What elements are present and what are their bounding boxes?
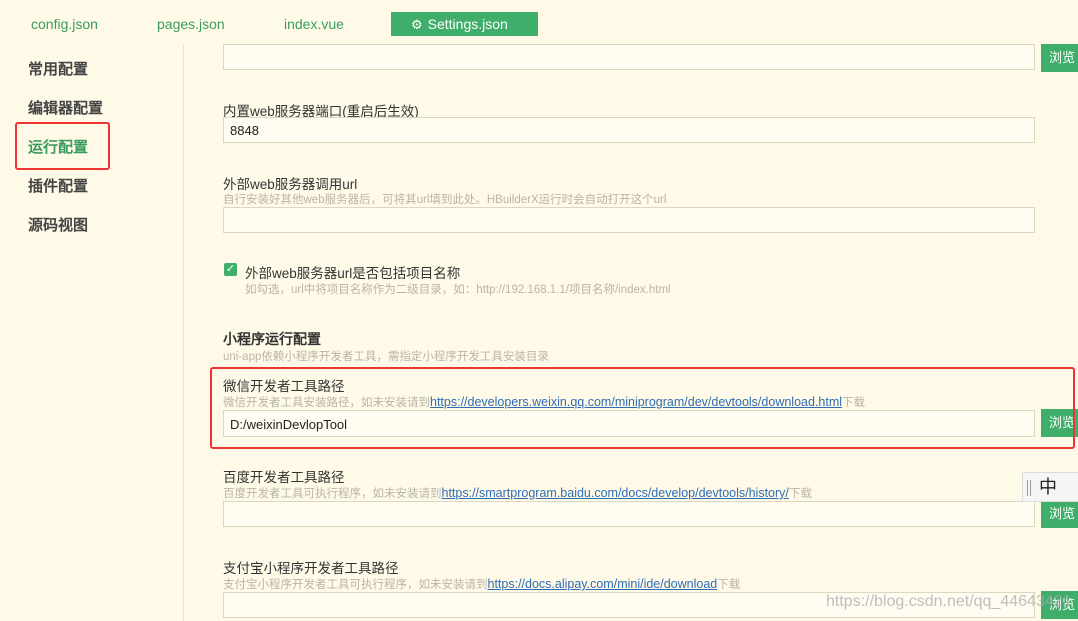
drag-grip-icon[interactable] [1027,480,1031,497]
alipay-hint-text: 支付宝小程序开发者工具可执行程序，如未安装请到 [223,579,488,591]
tab-config-json[interactable]: config.json [31,12,98,36]
settings-panel: 浏览 内置web服务器端口(重启后生效) 8848 外部web服务器调用url … [183,44,1078,621]
port-input[interactable]: 8848 [223,117,1035,143]
watermark: https://blog.csdn.net/qq_44643421 [826,593,1072,610]
baidu-path-input[interactable] [223,501,1035,527]
baidu-hint-text: 百度开发者工具可执行程序，如未安装请到 [223,488,442,500]
tab-settings-json[interactable]: ⚙ Settings.json [391,12,538,36]
ime-mode-label: 中 [1039,477,1057,497]
alipay-download-link[interactable]: https://docs.alipay.com/mini/ide/downloa… [488,577,718,591]
external-url-label: 外部web服务器调用url [223,177,358,192]
gear-icon: ⚙ [411,17,423,32]
highlight-box-weixin [210,367,1075,449]
tab-settings-label: Settings.json [427,16,508,32]
include-name-label[interactable]: 外部web服务器url是否包括项目名称 [245,262,460,282]
include-name-hint: 如勾选，url中将项目名称作为二级目录，如：http://192.168.1.1… [245,284,671,296]
baidu-label: 百度开发者工具路径 [223,470,345,485]
mini-section-hint: uni-app依赖小程序开发者工具，需指定小程序开发工具安装目录 [223,351,549,363]
baidu-download-link[interactable]: https://smartprogram.baidu.com/docs/deve… [442,486,789,500]
tab-pages-json[interactable]: pages.json [157,12,225,36]
include-name-checkbox[interactable]: ✓ [224,263,237,276]
baidu-hint-suffix: 下载 [788,488,812,500]
tab-bar: config.json pages.json index.vue ⚙ Settin… [0,0,1078,44]
tab-index-vue[interactable]: index.vue [284,12,344,36]
sidebar-item-plugin[interactable]: 插件配置 [28,175,88,196]
mini-section-title: 小程序运行配置 [223,331,321,347]
sidebar-item-editor[interactable]: 编辑器配置 [28,97,103,118]
sidebar-item-source[interactable]: 源码视图 [28,214,88,235]
alipay-hint-suffix: 下载 [717,579,741,591]
external-url-input[interactable] [223,207,1035,233]
browse-button-baidu[interactable]: 浏览 [1041,500,1078,528]
alipay-hint: 支付宝小程序开发者工具可执行程序，如未安装请到https://docs.alip… [223,576,740,592]
sidebar: 常用配置 编辑器配置 运行配置 插件配置 源码视图 [0,44,184,621]
external-url-hint: 自行安装好其他web服务器后，可将其url填到此处。HBuilderX运行时会自… [223,194,667,206]
baidu-hint: 百度开发者工具可执行程序，如未安装请到https://smartprogram.… [223,485,812,501]
top-path-input[interactable] [223,44,1035,70]
alipay-label: 支付宝小程序开发者工具路径 [223,561,399,576]
browse-button-top[interactable]: 浏览 [1041,44,1078,72]
highlight-box-sidebar [15,122,110,170]
ime-indicator[interactable]: 中 [1022,472,1078,502]
sidebar-item-common[interactable]: 常用配置 [28,58,88,79]
